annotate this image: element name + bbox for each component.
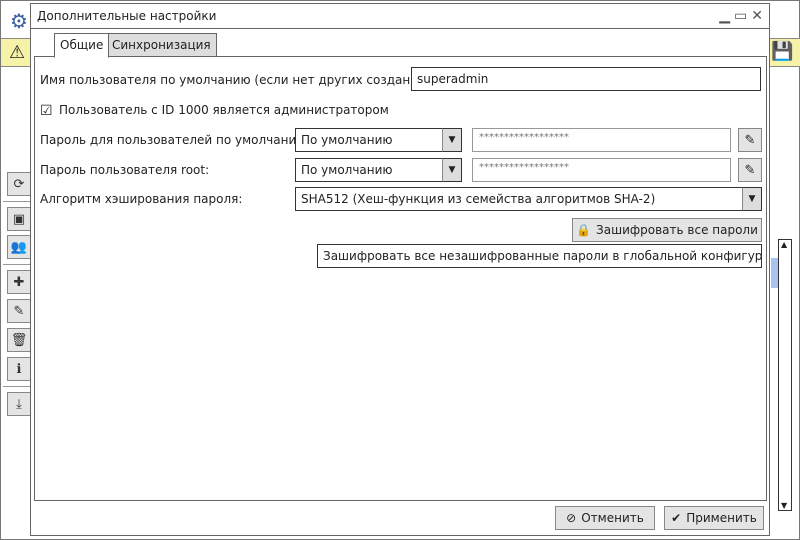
cancel-icon: ⊘ xyxy=(566,511,577,525)
contact-button[interactable]: ▣ xyxy=(7,207,31,231)
admin-checkbox-label: Пользователь с ID 1000 является админист… xyxy=(59,103,389,117)
tab-sync[interactable]: Синхронизация xyxy=(106,33,217,57)
settings-dialog: Дополнительные настройки ▁ ▭ ✕ Общие Син… xyxy=(30,3,770,536)
close-icon[interactable]: ✕ xyxy=(751,8,763,24)
apply-button[interactable]: ✔ Применить xyxy=(664,506,764,530)
group-icon: 👥 xyxy=(10,239,28,255)
contact-icon: ▣ xyxy=(12,211,26,227)
add-button[interactable]: ✚ xyxy=(7,270,31,294)
group-button[interactable]: 👥 xyxy=(7,235,31,259)
cancel-button[interactable]: ⊘ Отменить xyxy=(555,506,655,530)
chevron-down-icon[interactable]: ▼ xyxy=(442,158,462,182)
pencil-icon: ✎ xyxy=(744,162,756,178)
encrypt-tooltip: Зашифровать все незашифрованные пароли в… xyxy=(317,244,762,268)
root-password-mode-select[interactable]: По умолчанию xyxy=(295,158,443,182)
pencil-icon: ✎ xyxy=(744,132,756,148)
refresh-icon: ⟳ xyxy=(13,176,25,192)
apply-label: Применить xyxy=(686,511,757,525)
gear-icon: ⚙ xyxy=(10,9,28,33)
checkbox-icon[interactable]: ☑ xyxy=(40,103,53,119)
chevron-down-icon[interactable]: ▼ xyxy=(742,187,762,211)
lock-icon: 🔒 xyxy=(576,223,592,237)
default-password-mode-select[interactable]: По умолчанию xyxy=(295,128,443,152)
root-password-input[interactable]: ****************** xyxy=(472,158,731,182)
minimize-icon[interactable]: ▁ xyxy=(719,8,730,24)
save-icon[interactable]: 💾 xyxy=(771,41,793,62)
root-password-label: Пароль пользователя root: xyxy=(40,163,210,177)
dialog-window-controls: ▁ ▭ ✕ xyxy=(719,8,763,24)
default-user-input[interactable]: superadmin xyxy=(411,67,761,91)
edit-root-password-button[interactable]: ✎ xyxy=(738,158,762,182)
general-panel: Имя пользователя по умолчанию (если нет … xyxy=(34,56,767,501)
info-button[interactable]: ℹ xyxy=(7,357,31,381)
default-user-label: Имя пользователя по умолчанию (если нет … xyxy=(40,73,444,87)
download-icon: ⤓ xyxy=(16,396,22,412)
divider xyxy=(3,386,33,387)
maximize-icon[interactable]: ▭ xyxy=(734,8,747,24)
dialog-title: Дополнительные настройки xyxy=(31,4,769,29)
refresh-button[interactable]: ⟳ xyxy=(7,172,31,196)
edit-icon: ✎ xyxy=(13,303,25,319)
info-icon: ℹ xyxy=(16,361,22,377)
download-button[interactable]: ⤓ xyxy=(7,392,31,416)
trash-icon: 🗑 xyxy=(10,332,28,348)
plus-icon: ✚ xyxy=(13,274,25,290)
encrypt-passwords-label: Зашифровать все пароли xyxy=(596,223,758,237)
hash-label: Алгоритм хэширования пароля: xyxy=(40,192,243,206)
default-password-input[interactable]: ****************** xyxy=(472,128,731,152)
tab-general[interactable]: Общие xyxy=(54,33,110,58)
warning-icon: ⚠ xyxy=(9,42,26,63)
edit-default-password-button[interactable]: ✎ xyxy=(738,128,762,152)
delete-button[interactable]: 🗑 xyxy=(7,328,31,352)
divider xyxy=(3,201,33,202)
divider xyxy=(3,264,33,265)
encrypt-passwords-button[interactable]: 🔒 Зашифровать все пароли xyxy=(572,218,762,242)
cancel-label: Отменить xyxy=(581,511,644,525)
bg-scrollbar[interactable]: ▲ ▼ xyxy=(771,239,792,511)
edit-button[interactable]: ✎ xyxy=(7,299,31,323)
hash-algorithm-select[interactable]: SHA512 (Хеш-функция из семейства алгорит… xyxy=(295,187,743,211)
check-icon: ✔ xyxy=(671,511,682,525)
default-password-label: Пароль для пользователей по умолчанию: xyxy=(40,133,311,147)
chevron-down-icon[interactable]: ▼ xyxy=(442,128,462,152)
